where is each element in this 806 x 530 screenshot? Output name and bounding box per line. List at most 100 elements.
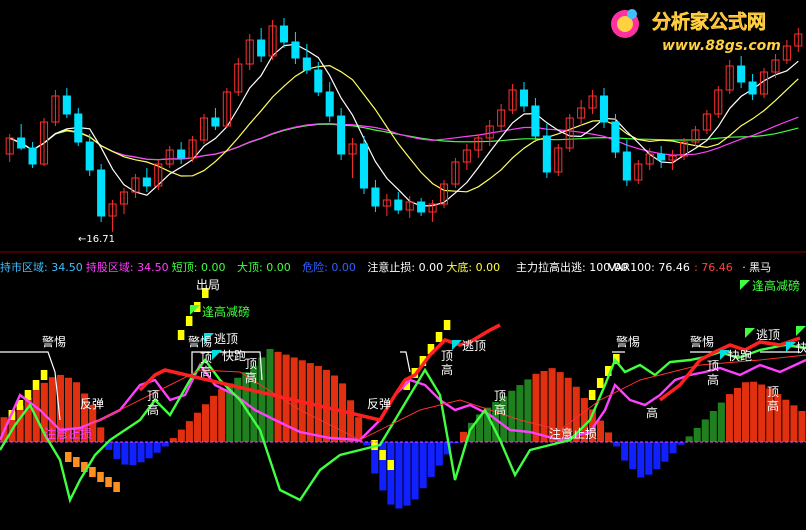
indicator-bar: [685, 436, 693, 442]
indicator-bar: [733, 387, 742, 442]
candle: [5, 134, 14, 162]
label-kuai-pao: 快跑: [728, 349, 752, 363]
candle: [451, 158, 460, 188]
candle-body: [394, 199, 403, 211]
indicator-bar: [185, 421, 193, 442]
signal-box: [40, 370, 48, 380]
ma5-line: [9, 43, 799, 207]
candle-body: [17, 137, 26, 149]
candle: [691, 126, 700, 146]
indicator-bar: [516, 385, 524, 442]
candle: [199, 114, 209, 144]
indicator-bar: [161, 442, 169, 447]
signal-box: [443, 320, 451, 330]
candle: [97, 164, 106, 222]
candle: [634, 160, 643, 184]
indicator-bar: [113, 442, 121, 459]
label-kuai-pao: 快跑: [222, 349, 246, 363]
indicator-bar: [701, 419, 709, 442]
candle: [439, 180, 449, 208]
label-tao-ding: 逃顶: [756, 328, 780, 342]
indicator-bar: [750, 381, 758, 442]
indicator-bar: [637, 442, 645, 478]
indicator-bar: [790, 405, 798, 442]
candle-body: [737, 65, 746, 83]
status-item: · 黑马: [742, 261, 771, 274]
status-item: : 76.46: [694, 261, 733, 274]
indicator-bar: [395, 442, 403, 509]
indicator-bar: [596, 420, 604, 442]
candle: [279, 18, 289, 48]
label-ding: 顶: [441, 349, 453, 363]
candle: [737, 56, 746, 88]
indicator-bar: [613, 442, 621, 447]
indicator-bar: [782, 399, 790, 442]
brand-logo-icon: [611, 9, 639, 38]
indicator-bar: [145, 442, 153, 459]
candle: [622, 140, 631, 186]
label-tao-ding: 逃顶: [214, 332, 238, 346]
brand-url: www.88gs.com: [662, 38, 781, 54]
indicator-bar: [427, 442, 435, 477]
candle-body: [337, 115, 346, 155]
candle-body: [417, 201, 426, 213]
candle: [325, 82, 334, 122]
candle-body: [359, 143, 369, 189]
indicator-bar: [403, 442, 411, 506]
candle: [28, 142, 37, 168]
candle: [257, 28, 266, 62]
status-item: VAR100: 76.46: [608, 261, 690, 274]
label-ding: 顶: [245, 357, 257, 371]
label-jing-ti: 警惕: [616, 334, 640, 349]
label-ding: 顶: [200, 351, 212, 365]
candle: [177, 142, 186, 164]
candle: [542, 124, 551, 178]
indicator-bar: [540, 370, 548, 442]
low-price-marker: ←16.71: [78, 234, 115, 245]
candle-body: [599, 95, 609, 123]
signal-box: [32, 380, 40, 390]
candle-body: [28, 147, 37, 165]
candle: [508, 84, 517, 114]
indicator-bar: [605, 432, 613, 442]
indicator-bar: [661, 442, 669, 462]
label-jing-ti: 警惕: [690, 334, 714, 349]
candle: [428, 200, 437, 222]
indicator-bar: [709, 411, 717, 442]
status-item: 大底: 0.00: [446, 260, 500, 274]
indicator-bar: [645, 442, 653, 475]
candle-body: [371, 187, 380, 207]
signal-box: [64, 452, 72, 462]
indicator-bar: [411, 442, 419, 500]
flag-icon: [212, 350, 222, 360]
candle: [714, 86, 723, 118]
candle-body: [97, 169, 106, 217]
label-feng-gao: 逢高减磅: [752, 278, 800, 293]
candle: [417, 198, 426, 216]
candle: [497, 104, 506, 132]
candle: [531, 98, 540, 142]
indicator-bar: [717, 402, 725, 442]
signal-box: [177, 330, 185, 340]
signal-box: [185, 316, 193, 326]
candle-body: [611, 121, 620, 153]
label-zhu-yi-zhi-sun: 注意止损: [44, 426, 92, 441]
indicator-bar: [202, 404, 210, 442]
candle: [234, 58, 243, 96]
candle: [668, 150, 677, 170]
candle: [394, 192, 403, 214]
ma10-line: [9, 64, 799, 193]
status-item: 注意止损: 0.00: [367, 260, 443, 274]
signal-box: [89, 467, 96, 477]
indicator-bar: [16, 405, 24, 442]
indicator-bar: [121, 442, 129, 465]
indicator-bar: [798, 411, 806, 442]
label-kuai: 快: [796, 341, 806, 355]
indicator-bar: [177, 429, 185, 442]
label-gao: 高: [245, 370, 257, 385]
candle: [211, 108, 220, 130]
candle-body: [657, 153, 666, 161]
candle: [119, 188, 129, 214]
candle: [554, 144, 563, 176]
candle: [188, 136, 197, 162]
